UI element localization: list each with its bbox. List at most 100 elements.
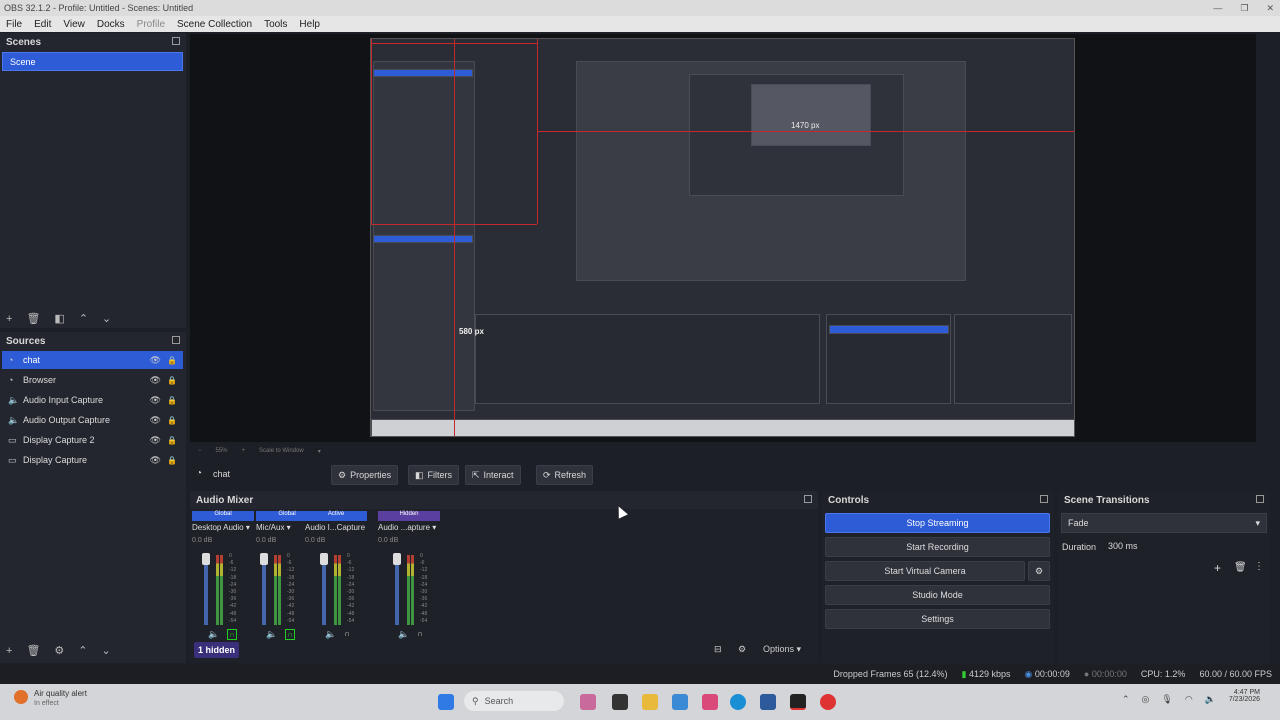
terminal-icon[interactable] bbox=[612, 694, 628, 710]
add-icon[interactable]: + bbox=[6, 313, 12, 325]
clock[interactable]: 4:47 PM 7/23/2026 bbox=[1218, 689, 1260, 703]
transition-select[interactable]: Fade ▾ bbox=[1061, 513, 1267, 533]
headphones-icon[interactable]: ∩ bbox=[285, 629, 295, 640]
filter-icon[interactable]: ◧ bbox=[54, 312, 64, 325]
app-icon[interactable] bbox=[760, 694, 776, 710]
browser-icon[interactable] bbox=[730, 694, 746, 710]
duration-spinbox[interactable]: 300 ms bbox=[1102, 537, 1264, 555]
trash-icon[interactable]: 🗑 bbox=[1234, 562, 1247, 573]
start-recording-button[interactable]: Start Recording bbox=[825, 537, 1050, 557]
gear-icon[interactable]: ⚙ bbox=[1028, 561, 1050, 581]
trash-icon[interactable]: 🗑 bbox=[26, 644, 40, 657]
menu-edit[interactable]: Edit bbox=[28, 19, 57, 30]
taskbar-search[interactable]: ⚲ Search bbox=[464, 691, 564, 711]
visibility-eye-icon[interactable]: 👁 bbox=[150, 375, 161, 386]
add-icon[interactable]: + bbox=[6, 645, 12, 657]
visibility-eye-icon[interactable]: 👁 bbox=[150, 395, 161, 406]
minimize-icon[interactable]: — bbox=[1213, 3, 1222, 13]
stop-streaming-button[interactable]: Stop Streaming bbox=[825, 513, 1050, 533]
visibility-eye-icon[interactable]: 👁 bbox=[150, 435, 161, 446]
undock-icon[interactable] bbox=[172, 37, 180, 45]
studio-mode-button[interactable]: Studio Mode bbox=[825, 585, 1050, 605]
app-icon[interactable] bbox=[820, 694, 836, 710]
menu-view[interactable]: View bbox=[57, 19, 91, 30]
menu-profile[interactable]: Profile bbox=[131, 19, 171, 30]
speaker-icon[interactable]: 🔈 bbox=[208, 629, 219, 640]
source-item-display-capture[interactable]: ▭ Display Capture 👁 🔒 bbox=[2, 451, 183, 469]
maximize-icon[interactable]: ❐ bbox=[1240, 3, 1248, 14]
hidden-sources-badge[interactable]: 1 hidden bbox=[194, 642, 240, 658]
obs-icon[interactable] bbox=[790, 694, 806, 710]
layout-icon[interactable]: ⊟ bbox=[714, 644, 722, 655]
headphones-icon[interactable]: ∩ bbox=[227, 629, 237, 640]
app-icon[interactable] bbox=[702, 694, 718, 710]
volume-handle[interactable] bbox=[202, 553, 210, 565]
widget-icon[interactable] bbox=[580, 694, 596, 710]
source-item-chat[interactable]: ◔ chat 👁 🔒 bbox=[2, 351, 183, 369]
lock-icon[interactable]: 🔒 bbox=[167, 436, 177, 445]
mixer-options-button[interactable]: Options ▾ bbox=[763, 644, 801, 655]
properties-button[interactable]: ⚙ Properties bbox=[331, 465, 399, 485]
start-virtual-camera-button[interactable]: Start Virtual Camera bbox=[825, 561, 1025, 581]
speaker-icon[interactable]: 🔈 bbox=[325, 629, 336, 640]
lock-icon[interactable]: 🔒 bbox=[167, 456, 177, 465]
channel-name[interactable]: Audio ...apture ▾ bbox=[378, 523, 440, 532]
add-icon[interactable]: + bbox=[1214, 561, 1221, 575]
scale-mode[interactable]: Scale to Window bbox=[259, 448, 304, 454]
visibility-eye-icon[interactable]: 👁 bbox=[150, 455, 161, 466]
source-item-browser[interactable]: ◔ Browser 👁 🔒 bbox=[2, 371, 183, 389]
interact-button[interactable]: ⇱ Interact bbox=[465, 465, 521, 485]
volume-slider[interactable] bbox=[262, 555, 266, 625]
move-up-icon[interactable]: ⌃ bbox=[79, 312, 88, 325]
volume-slider[interactable] bbox=[395, 555, 399, 625]
move-down-icon[interactable]: ⌄ bbox=[102, 644, 111, 657]
volume-handle[interactable] bbox=[320, 553, 328, 565]
trash-icon[interactable]: 🗑 bbox=[26, 312, 40, 325]
undock-icon[interactable] bbox=[1256, 495, 1264, 503]
system-tray[interactable]: ⌃ ◎ 🎙 ◠ 🔈 bbox=[1122, 694, 1216, 705]
volume-slider[interactable] bbox=[322, 555, 326, 625]
move-up-icon[interactable]: ⌃ bbox=[78, 644, 87, 657]
volume-slider[interactable] bbox=[204, 555, 208, 625]
zoom-out-icon[interactable]: − bbox=[198, 448, 202, 454]
source-item-audio-output[interactable]: 🔈 Audio Output Capture 👁 🔒 bbox=[2, 411, 183, 429]
folder-icon[interactable] bbox=[642, 694, 658, 710]
app-icon[interactable] bbox=[672, 694, 688, 710]
menu-scene-collection[interactable]: Scene Collection bbox=[171, 19, 258, 30]
menu-tools[interactable]: Tools bbox=[258, 19, 293, 30]
windows-start-icon[interactable] bbox=[438, 694, 454, 710]
volume-handle[interactable] bbox=[260, 553, 268, 565]
headphones-icon[interactable]: ∩ bbox=[344, 629, 350, 640]
notification-title[interactable]: Air quality alert bbox=[34, 689, 87, 698]
lock-icon[interactable]: 🔒 bbox=[167, 376, 177, 385]
advanced-audio-icon[interactable]: ⚙ bbox=[738, 644, 746, 655]
close-icon[interactable]: ✕ bbox=[1266, 3, 1274, 14]
undock-icon[interactable] bbox=[1040, 495, 1048, 503]
scene-item[interactable]: Scene bbox=[2, 52, 183, 71]
visibility-eye-icon[interactable]: 👁 bbox=[150, 415, 161, 426]
volume-handle[interactable] bbox=[393, 553, 401, 565]
lock-icon[interactable]: 🔒 bbox=[167, 416, 177, 425]
undock-icon[interactable] bbox=[172, 336, 180, 344]
source-item-audio-input[interactable]: 🔈 Audio Input Capture 👁 🔒 bbox=[2, 391, 183, 409]
menu-docks[interactable]: Docks bbox=[91, 19, 131, 30]
speaker-icon[interactable]: 🔈 bbox=[398, 629, 409, 640]
headphones-icon[interactable]: ∩ bbox=[417, 629, 423, 640]
lock-icon[interactable]: 🔒 bbox=[167, 396, 177, 405]
move-down-icon[interactable]: ⌄ bbox=[102, 312, 111, 325]
lock-icon[interactable]: 🔒 bbox=[167, 356, 177, 365]
speaker-icon[interactable]: 🔈 bbox=[266, 629, 277, 640]
filters-button[interactable]: ◧ Filters bbox=[408, 465, 460, 485]
menu-help[interactable]: Help bbox=[293, 19, 326, 30]
channel-name[interactable]: Audio I...Capture ▾ bbox=[305, 523, 367, 532]
menu-file[interactable]: File bbox=[0, 19, 28, 30]
gear-icon[interactable]: ⚙ bbox=[54, 644, 64, 657]
chevron-down-icon[interactable]: ▾ bbox=[318, 448, 321, 455]
source-item-display-capture-2[interactable]: ▭ Display Capture 2 👁 🔒 bbox=[2, 431, 183, 449]
channel-name[interactable]: Desktop Audio ▾ bbox=[192, 523, 254, 532]
visibility-eye-icon[interactable]: 👁 bbox=[150, 355, 161, 366]
undock-icon[interactable] bbox=[804, 495, 812, 503]
more-icon[interactable]: ⋮ bbox=[1254, 561, 1264, 572]
refresh-button[interactable]: ⟳ Refresh bbox=[536, 465, 594, 485]
settings-button[interactable]: Settings bbox=[825, 609, 1050, 629]
